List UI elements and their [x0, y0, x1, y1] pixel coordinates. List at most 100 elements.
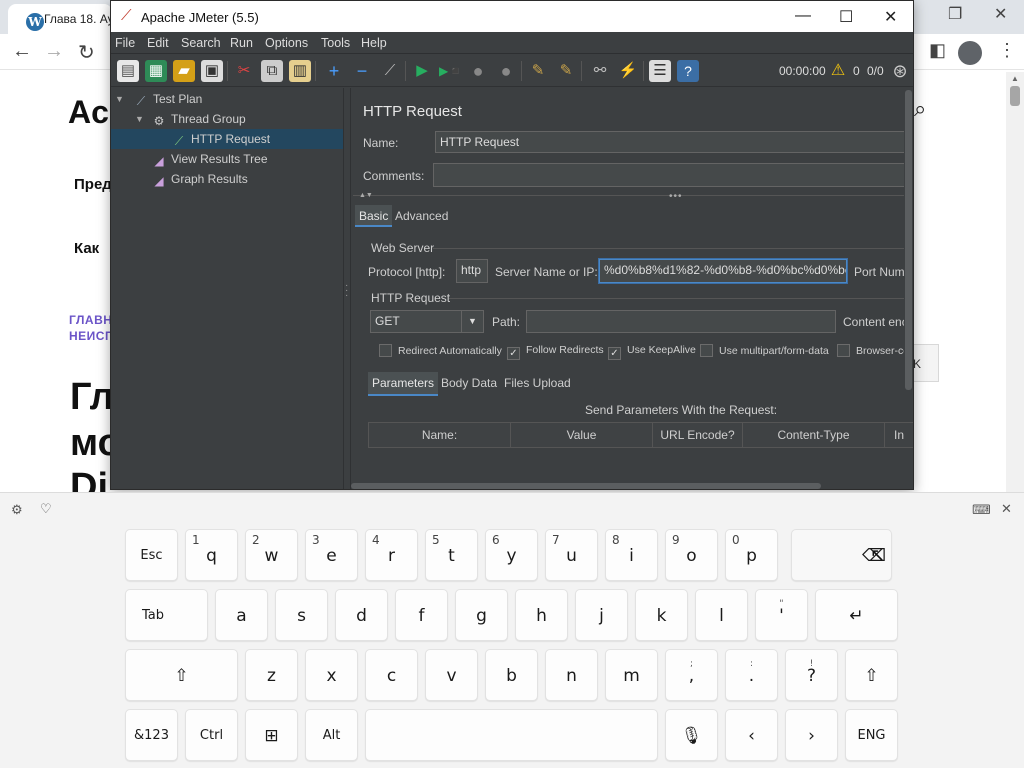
- column-header-value[interactable]: Value: [510, 422, 653, 448]
- forward-icon[interactable]: →: [44, 40, 64, 63]
- tree-item-test-plan[interactable]: ⟋ Test Plan: [133, 89, 203, 109]
- reset-search-icon[interactable]: ⚡: [617, 60, 639, 82]
- restore-icon[interactable]: ❐: [948, 4, 962, 24]
- reload-icon[interactable]: ↻: [78, 40, 95, 65]
- key-w[interactable]: 2w: [245, 529, 298, 581]
- page-link[interactable]: ГЛАВН: [69, 313, 112, 327]
- checkbox-icon[interactable]: [700, 344, 713, 357]
- stop-icon[interactable]: ●: [467, 60, 489, 82]
- paste-icon[interactable]: ▥: [289, 60, 311, 82]
- close-icon[interactable]: ✕: [884, 7, 897, 27]
- back-icon[interactable]: ←: [12, 40, 32, 63]
- key-m[interactable]: m: [605, 649, 658, 701]
- path-field[interactable]: [526, 310, 836, 333]
- method-select[interactable]: GET ▼: [370, 310, 484, 333]
- editor-hscrollbar[interactable]: [351, 483, 913, 489]
- key-q[interactable]: 1q: [185, 529, 238, 581]
- tree-item-thread-group[interactable]: ⚙ Thread Group: [151, 109, 246, 129]
- clear-icon[interactable]: ✎: [527, 60, 549, 82]
- tree-item-view-results-tree[interactable]: ◢ View Results Tree: [151, 149, 267, 169]
- split-arrows-icon[interactable]: ▲▼: [359, 192, 373, 199]
- key-space[interactable]: [365, 709, 658, 761]
- start-icon[interactable]: ▶: [411, 60, 433, 82]
- cut-icon[interactable]: ✂: [233, 60, 255, 82]
- key-shift-right[interactable]: ⇧: [845, 649, 898, 701]
- key-s[interactable]: s: [275, 589, 328, 641]
- scrollbar-thumb[interactable]: [905, 90, 912, 390]
- avatar[interactable]: [958, 41, 982, 65]
- menu-search[interactable]: Search: [181, 36, 221, 50]
- maximize-icon[interactable]: ☐: [839, 7, 853, 27]
- checkbox-multipart[interactable]: Use multipart/form-data: [700, 344, 829, 357]
- key-a[interactable]: a: [215, 589, 268, 641]
- key-d[interactable]: d: [335, 589, 388, 641]
- checkbox-follow-redirects[interactable]: ✓ Follow Redirects: [507, 344, 604, 360]
- save-icon[interactable]: ▣: [201, 60, 223, 82]
- column-header-name[interactable]: Name:: [368, 422, 511, 448]
- key-k[interactable]: k: [635, 589, 688, 641]
- key-v[interactable]: v: [425, 649, 478, 701]
- clear-all-icon[interactable]: ✎: [555, 60, 577, 82]
- templates-icon[interactable]: ▦: [145, 60, 167, 82]
- start-no-pauses-icon[interactable]: ▶◾: [439, 60, 463, 82]
- expand-icon[interactable]: ▼: [135, 114, 144, 124]
- protocol-field[interactable]: http: [456, 259, 488, 283]
- menu-run[interactable]: Run: [230, 36, 253, 50]
- tab-parameters[interactable]: Parameters: [368, 372, 439, 396]
- column-header-content-type[interactable]: Content-Type: [742, 422, 885, 448]
- menu-tools[interactable]: Tools: [321, 36, 350, 50]
- key-z[interactable]: z: [245, 649, 298, 701]
- column-header-include[interactable]: In: [884, 422, 913, 448]
- checkbox-redirect-automatically[interactable]: Redirect Automatically: [379, 344, 502, 357]
- menu-file[interactable]: File: [115, 36, 135, 50]
- tree-item-graph-results[interactable]: ◢ Graph Results: [151, 169, 247, 189]
- key-r[interactable]: 4r: [365, 529, 418, 581]
- tree-item-http-request[interactable]: ⟋ HTTP Request: [111, 129, 343, 149]
- key-enter[interactable]: ↵: [815, 589, 898, 641]
- drag-handle-icon[interactable]: · · ·: [345, 281, 348, 301]
- key-c[interactable]: c: [365, 649, 418, 701]
- key-question[interactable]: !?: [785, 649, 838, 701]
- menu-options[interactable]: Options: [265, 36, 308, 50]
- tab-advanced[interactable]: Advanced: [395, 209, 448, 223]
- key-alt[interactable]: Alt: [305, 709, 358, 761]
- expand-icon[interactable]: ▼: [115, 94, 124, 104]
- column-header-url-encode[interactable]: URL Encode?: [652, 422, 743, 448]
- binoculars-icon[interactable]: ⚯: [589, 60, 611, 82]
- key-u[interactable]: 7u: [545, 529, 598, 581]
- gear-icon[interactable]: ⚙: [11, 502, 23, 518]
- tab-files-upload[interactable]: Files Upload: [504, 376, 571, 390]
- key-h[interactable]: h: [515, 589, 568, 641]
- new-icon[interactable]: ▤: [117, 60, 139, 82]
- keyboard-layout-icon[interactable]: ⌨: [972, 502, 991, 518]
- function-helper-icon[interactable]: ☰: [649, 60, 671, 82]
- name-field[interactable]: HTTP Request: [435, 131, 913, 153]
- key-esc[interactable]: Esc: [125, 529, 178, 581]
- copy-icon[interactable]: ⧉: [261, 60, 283, 82]
- key-j[interactable]: j: [575, 589, 628, 641]
- key-apostrophe[interactable]: " ': [755, 589, 808, 641]
- checkmark-icon[interactable]: ✓: [608, 347, 621, 360]
- browser-tab[interactable]: W Глава 18. Ау: [8, 4, 112, 34]
- key-g[interactable]: g: [455, 589, 508, 641]
- open-icon[interactable]: ▰: [173, 60, 195, 82]
- expand-icon[interactable]: +: [323, 60, 345, 82]
- editor-scrollbar[interactable]: [904, 88, 913, 398]
- key-x[interactable]: x: [305, 649, 358, 701]
- key-language[interactable]: ENG: [845, 709, 898, 761]
- key-n[interactable]: n: [545, 649, 598, 701]
- page-link[interactable]: НЕИСП: [69, 329, 114, 343]
- comments-field[interactable]: [433, 163, 913, 187]
- scrollbar-thumb[interactable]: [351, 483, 821, 489]
- menu-edit[interactable]: Edit: [147, 36, 169, 50]
- drag-handle-icon[interactable]: •••: [669, 191, 683, 202]
- key-tab[interactable]: Tab: [125, 589, 208, 641]
- close-icon[interactable]: ✕: [1001, 501, 1012, 517]
- jmeter-titlebar[interactable]: ⟋ Apache JMeter (5.5) — ☐ ✕: [111, 1, 913, 32]
- split-divider[interactable]: · · ·: [343, 88, 351, 489]
- checkbox-browser-compatible[interactable]: Browser-co: [837, 344, 909, 357]
- minimize-icon[interactable]: —: [795, 7, 811, 25]
- toggle-icon[interactable]: ⟋: [379, 60, 401, 82]
- scrollbar-thumb[interactable]: [1010, 86, 1020, 106]
- key-e[interactable]: 3e: [305, 529, 358, 581]
